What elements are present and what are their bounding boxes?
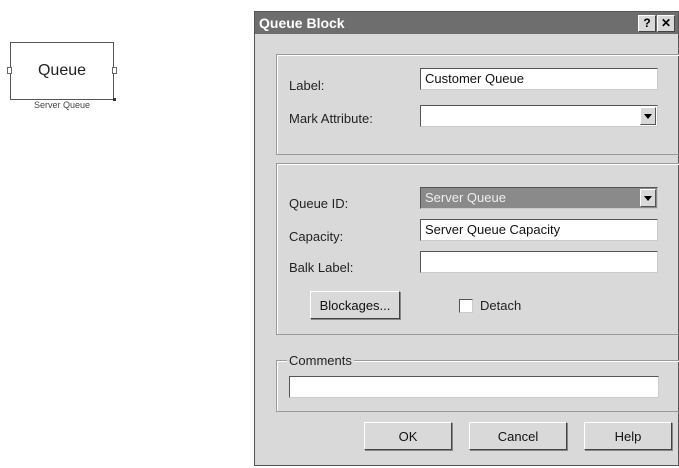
general-group: Label: Customer Queue Mark Attribute:	[276, 54, 679, 155]
detach-checkbox[interactable]	[459, 299, 473, 313]
dialog-title: Queue Block	[259, 15, 345, 31]
queue-id-caption: Queue ID:	[289, 196, 349, 211]
comments-group: Comments	[276, 353, 679, 412]
comments-legend: Comments	[287, 353, 354, 368]
queue-id-select[interactable]: Server Queue	[420, 187, 658, 209]
block-caption: Server Queue	[33, 100, 91, 110]
mark-attribute-select[interactable]	[420, 105, 658, 127]
close-icon[interactable]: ✕	[657, 15, 675, 32]
chevron-down-icon[interactable]	[640, 107, 656, 125]
output-port[interactable]	[112, 67, 117, 74]
help-icon[interactable]: ?	[638, 15, 656, 32]
queue-id-value: Server Queue	[425, 190, 506, 205]
input-port[interactable]	[7, 67, 12, 74]
title-bar[interactable]: Queue Block ? ✕	[255, 12, 678, 34]
queue-block-node[interactable]: Queue	[7, 42, 117, 101]
label-input[interactable]: Customer Queue	[420, 68, 658, 90]
capacity-caption: Capacity:	[289, 229, 344, 244]
balk-label-input[interactable]	[420, 251, 658, 273]
block-label: Queue	[37, 62, 87, 79]
ok-button[interactable]: OK	[364, 422, 452, 450]
capacity-input[interactable]: Server Queue Capacity	[420, 219, 658, 241]
help-button[interactable]: Help	[584, 422, 672, 450]
blockages-button[interactable]: Blockages...	[310, 291, 400, 319]
queue-block-dialog: Queue Block ? ✕ Label: Customer Queue Ma…	[254, 11, 679, 466]
mark-attribute-caption: Mark Attribute:	[289, 111, 373, 126]
balk-label-caption: Balk Label:	[289, 260, 354, 275]
comments-input[interactable]	[289, 376, 659, 398]
label-caption: Label:	[289, 78, 325, 93]
detach-label: Detach	[480, 298, 522, 313]
queue-group: Queue ID: Server Queue Capacity: Server …	[276, 163, 679, 335]
chevron-down-icon[interactable]	[640, 189, 656, 207]
cancel-button[interactable]: Cancel	[469, 422, 567, 450]
